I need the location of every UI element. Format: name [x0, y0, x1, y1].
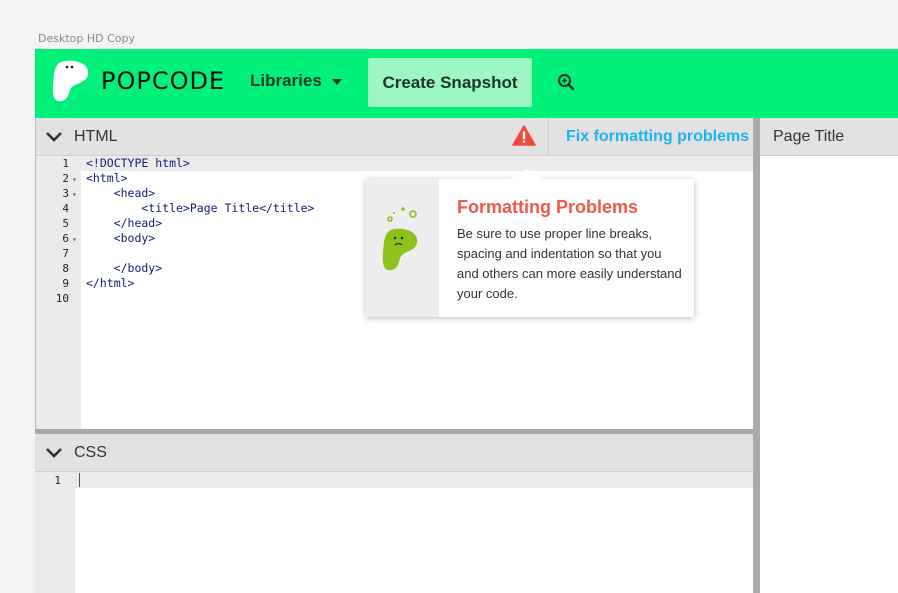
popcode-app: POPCODE Libraries Create Snapshot HTML F…: [35, 49, 898, 593]
html-pane-title: HTML: [74, 128, 118, 145]
code-line: <body>: [86, 231, 156, 245]
line-number: 10: [55, 292, 69, 305]
preview-resize-handle[interactable]: [753, 118, 760, 593]
code-line: <!DOCTYPE html>: [86, 156, 190, 170]
line-number: 5: [62, 217, 69, 230]
brand-name: POPCODE: [101, 67, 226, 95]
popover-title: Formatting Problems: [457, 197, 639, 217]
create-snapshot-button[interactable]: Create Snapshot: [368, 58, 532, 107]
code-line: <title>Page Title</title>: [86, 201, 315, 215]
formatting-problems-popover: Formatting Problems Be sure to use prope…: [366, 169, 694, 317]
code-line: <html>: [86, 171, 128, 185]
html-pane-header: HTML Fix formatting problems: [35, 118, 753, 156]
preview-title: Page Title: [773, 128, 845, 145]
popover-illustration-panel: [366, 179, 439, 317]
fold-toggle-icon[interactable]: ▾: [72, 172, 77, 187]
top-bar: POPCODE Libraries Create Snapshot: [35, 49, 898, 118]
css-editor[interactable]: 1: [35, 472, 753, 593]
line-number: 6: [62, 232, 69, 245]
line-number: 4: [62, 202, 69, 215]
fix-formatting-link[interactable]: Fix formatting problems: [566, 128, 749, 146]
artboard-label: Desktop HD Copy: [38, 32, 136, 45]
libraries-label: Libraries: [250, 71, 322, 90]
code-line: </body>: [86, 261, 163, 275]
popcode-logo-icon: [50, 59, 90, 108]
line-number: 9: [62, 277, 69, 290]
zoom-in-icon[interactable]: [557, 73, 575, 96]
code-line: </head>: [86, 216, 163, 230]
preview-pane-header: Page Title: [760, 118, 898, 156]
caret-down-icon: [331, 79, 342, 85]
line-number: 7: [62, 247, 69, 260]
code-line: </html>: [86, 276, 135, 290]
fold-toggle-icon[interactable]: ▾: [72, 187, 77, 202]
fold-toggle-icon[interactable]: ▾: [72, 232, 77, 247]
header-separator: [548, 118, 549, 155]
line-number: 2: [62, 172, 69, 185]
css-pane-title: CSS: [74, 444, 107, 461]
css-pane-header: CSS: [35, 434, 753, 472]
sick-popcode-mascot-icon: [382, 207, 418, 271]
popover-message: Be sure to use proper line breaks, spaci…: [457, 226, 682, 301]
line-number: 1: [54, 474, 61, 487]
line-gutter: [35, 472, 75, 593]
libraries-menu[interactable]: Libraries: [250, 71, 342, 91]
chevron-down-icon[interactable]: [45, 130, 63, 148]
popover-arrow: [510, 169, 544, 179]
text-cursor: [79, 473, 80, 487]
line-number: 1: [62, 157, 69, 170]
line-number: 3: [62, 187, 69, 200]
active-line-highlight: [75, 472, 753, 488]
code-line: <head>: [86, 186, 156, 200]
warning-icon[interactable]: [512, 125, 536, 151]
chevron-down-icon[interactable]: [45, 446, 63, 464]
line-number: 8: [62, 262, 69, 275]
